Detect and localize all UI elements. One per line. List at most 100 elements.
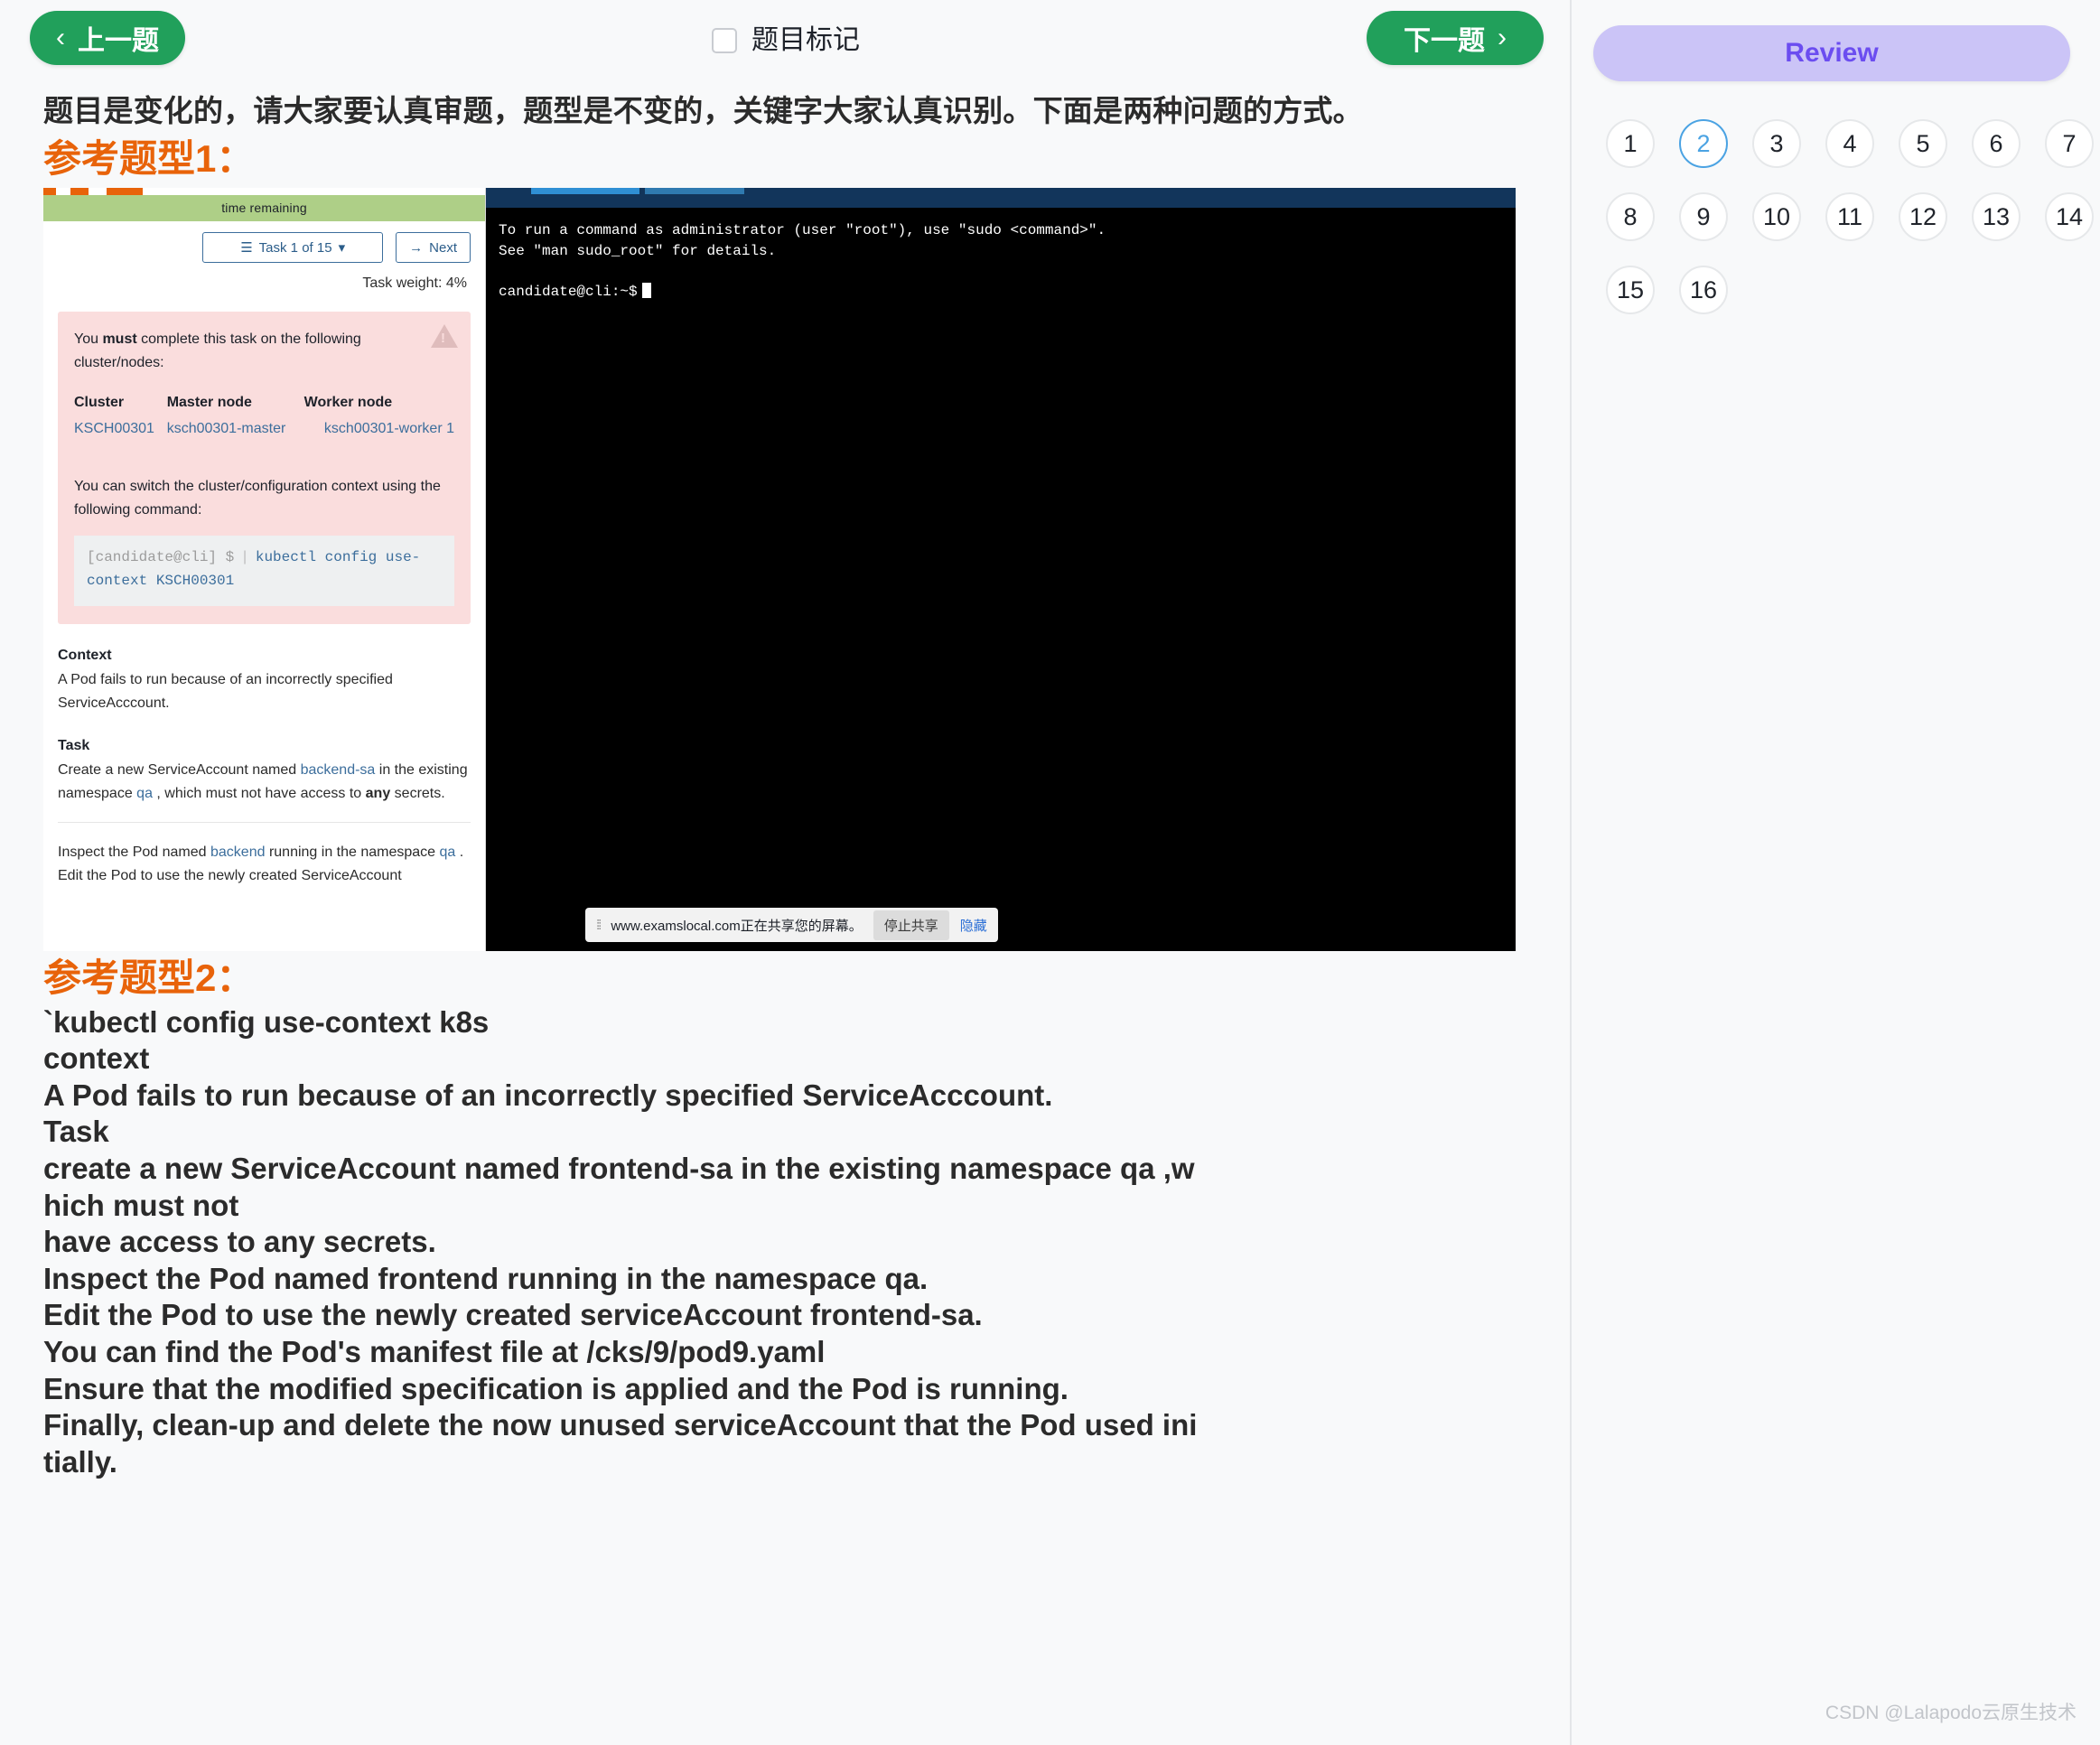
- q2-line: Finally, clean-up and delete the now unu…: [43, 1407, 1547, 1444]
- q2-line: hich must not: [43, 1188, 1547, 1225]
- terminal-tab-inactive: [645, 188, 744, 194]
- question-number-11[interactable]: 11: [1825, 192, 1874, 241]
- col-cluster: Cluster: [74, 395, 167, 420]
- previous-question-button[interactable]: ‹ 上一题: [30, 11, 185, 65]
- inspect-text-1: Inspect the Pod named: [58, 845, 210, 860]
- task-selector-label: Task 1 of 15: [259, 240, 332, 256]
- mark-question-checkbox[interactable]: [712, 28, 737, 53]
- question-number-5[interactable]: 5: [1899, 119, 1947, 168]
- previous-question-label: 上一题: [78, 18, 159, 58]
- question-content: 题目是变化的，请大家要认真审题，题型是不变的，关键字大家认真识别。下面是两种问题…: [0, 90, 1570, 1480]
- task-selector-dropdown[interactable]: ☰ Task 1 of 15 ▾: [202, 232, 383, 263]
- question-number-4[interactable]: 4: [1825, 119, 1874, 168]
- command-divider: |: [234, 549, 256, 565]
- warn-text-a: You: [74, 331, 102, 347]
- q2-line: You can find the Pod's manifest file at …: [43, 1334, 1547, 1371]
- embedded-exam-screenshot: time remaining ☰ Task 1 of 15 ▾ → Next T…: [43, 188, 1516, 951]
- terminal-line-1: To run a command as administrator (user …: [499, 222, 1106, 238]
- intro-paragraph: 题目是变化的，请大家要认真审题，题型是不变的，关键字大家认真识别。下面是两种问题…: [43, 90, 1538, 132]
- inspect-text-2: running in the namespace: [266, 845, 440, 860]
- command-prompt: [candidate@cli] $: [87, 549, 234, 565]
- question-toolbar: ‹ 上一题 题目标记 下一题 ›: [0, 0, 1570, 90]
- question-number-2[interactable]: 2: [1679, 119, 1728, 168]
- chevron-left-icon: ‹: [56, 24, 65, 51]
- terminal-output[interactable]: To run a command as administrator (user …: [486, 208, 1516, 303]
- time-remaining-bar: time remaining: [43, 195, 485, 221]
- question-number-15[interactable]: 15: [1606, 266, 1655, 314]
- exam-next-button[interactable]: → Next: [396, 232, 471, 263]
- q2-line: Edit the Pod to use the newly created se…: [43, 1297, 1547, 1334]
- cluster-warning-box: You must complete this task on the follo…: [58, 312, 471, 624]
- cluster-warning-text: You must complete this task on the follo…: [74, 328, 363, 375]
- cell-cluster: KSCH00301: [74, 420, 167, 439]
- task-body: Create a new ServiceAccount named backen…: [58, 759, 471, 806]
- question-number-1[interactable]: 1: [1606, 119, 1655, 168]
- context-heading: Context: [58, 648, 471, 664]
- q2-line: `kubectl config use-context k8s: [43, 1004, 1547, 1041]
- review-button[interactable]: Review: [1593, 25, 2070, 81]
- task-heading: Task: [58, 738, 471, 754]
- hide-share-bar-link[interactable]: 隐藏: [960, 916, 987, 935]
- task-text-any: any: [366, 786, 391, 801]
- table-header-row: Cluster Master node Worker node: [74, 395, 454, 420]
- exam-next-label: Next: [429, 240, 457, 256]
- inspect-body: Inspect the Pod named backend running in…: [58, 841, 471, 864]
- col-worker-node: Worker node: [304, 395, 454, 420]
- context-switch-instruction: You can switch the cluster/configuration…: [74, 475, 454, 522]
- task-text-4: secrets.: [390, 786, 444, 801]
- question-navigator-panel: Review 1 2 3 4 5 6 7 8 9 10 11 12 13 14 …: [1572, 0, 2098, 1745]
- inspect-code-qa: qa: [440, 845, 456, 860]
- exam-terminal-pane: To run a command as administrator (user …: [486, 188, 1516, 951]
- question-number-7[interactable]: 7: [2045, 119, 2094, 168]
- warning-triangle-icon: [431, 324, 458, 348]
- question-panel: ‹ 上一题 题目标记 下一题 › 题目是变化的，请大家要认真审题，题型是不变的，…: [0, 0, 1572, 1745]
- terminal-cursor: [642, 283, 651, 298]
- terminal-titlebar: [486, 188, 1516, 208]
- question-number-6[interactable]: 6: [1972, 119, 2021, 168]
- question-number-3[interactable]: 3: [1752, 119, 1801, 168]
- q2-line: Ensure that the modified specification i…: [43, 1371, 1547, 1408]
- screen-share-bar: ⁞⁞ www.examslocal.com正在共享您的屏幕。 停止共享 隐藏: [585, 908, 998, 942]
- next-question-button[interactable]: 下一题 ›: [1367, 11, 1544, 65]
- question-number-9[interactable]: 9: [1679, 192, 1728, 241]
- chevron-right-icon: ›: [1498, 24, 1507, 51]
- terminal-line-2: See "man sudo_root" for details.: [499, 243, 776, 259]
- task-weight: Task weight: 4%: [43, 263, 485, 292]
- question-number-13[interactable]: 13: [1972, 192, 2021, 241]
- task-code-qa: qa: [136, 786, 153, 801]
- list-icon: ☰: [240, 239, 252, 256]
- edit-pod-line: Edit the Pod to use the newly created Se…: [58, 864, 471, 888]
- question-number-12[interactable]: 12: [1899, 192, 1947, 241]
- question-number-10[interactable]: 10: [1752, 192, 1801, 241]
- q2-line: create a new ServiceAccount named fronte…: [43, 1151, 1547, 1188]
- inspect-text-3: .: [455, 845, 463, 860]
- chevron-down-icon: ▾: [339, 239, 346, 256]
- watermark: CSDN @Lalapodo云原生技术: [1825, 1698, 2077, 1725]
- context-body: A Pod fails to run because of an incorre…: [58, 668, 471, 715]
- exam-task-pane: time remaining ☰ Task 1 of 15 ▾ → Next T…: [43, 188, 486, 951]
- q2-line: Inspect the Pod named frontend running i…: [43, 1261, 1547, 1298]
- cell-master-node: ksch00301-master: [167, 420, 304, 439]
- drag-handle-icon[interactable]: ⁞⁞: [596, 918, 600, 933]
- question-number-14[interactable]: 14: [2045, 192, 2094, 241]
- mark-question-control[interactable]: 题目标记: [712, 27, 860, 54]
- app-root: ‹ 上一题 题目标记 下一题 › 题目是变化的，请大家要认真审题，题型是不变的，…: [0, 0, 2100, 1745]
- context-section: Context A Pod fails to run because of an…: [58, 648, 471, 715]
- q2-line: A Pod fails to run because of an incorre…: [43, 1078, 1547, 1115]
- question-number-8[interactable]: 8: [1606, 192, 1655, 241]
- task-controls: ☰ Task 1 of 15 ▾ → Next: [43, 221, 485, 263]
- inspect-code-backend: backend: [210, 845, 266, 860]
- q2-line: context: [43, 1040, 1547, 1078]
- question-number-grid: 1 2 3 4 5 6 7 8 9 10 11 12 13 14 15 16: [1606, 119, 2094, 314]
- arrow-right-icon: →: [409, 240, 423, 256]
- question-number-16[interactable]: 16: [1679, 266, 1728, 314]
- task-text-3: , which must not have access to: [153, 786, 366, 801]
- q2-line: Task: [43, 1114, 1547, 1151]
- terminal-tab-active: [531, 188, 639, 194]
- stop-sharing-button[interactable]: 停止共享: [873, 910, 949, 940]
- browser-toolbar-strip: [43, 188, 485, 195]
- cell-worker-node: ksch00301-worker 1: [304, 420, 454, 439]
- task-text-1: Create a new ServiceAccount named: [58, 762, 301, 778]
- col-master-node: Master node: [167, 395, 304, 420]
- task-section: Task Create a new ServiceAccount named b…: [58, 738, 471, 888]
